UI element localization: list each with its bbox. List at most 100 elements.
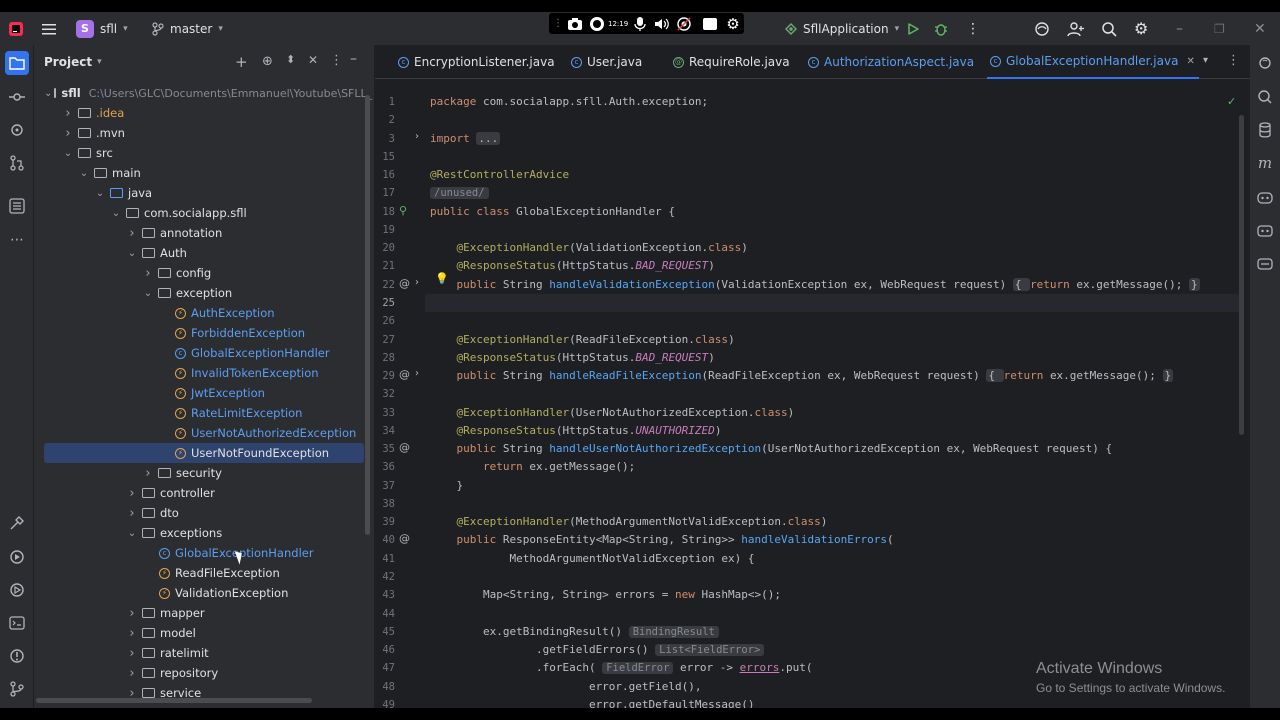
window-icon[interactable] [702,17,718,31]
maven-icon[interactable]: m [1253,151,1277,175]
tree-file[interactable]: ⚡ RateLimitException [34,403,362,423]
tree-file[interactable]: ⚡ ValidationException [34,583,362,603]
chevron-down-icon[interactable]: ⌄ [124,248,140,259]
chevron-right-icon[interactable]: › [124,626,140,641]
tree-vertical-scrollbar[interactable] [365,95,370,535]
folded-region[interactable]: } [1189,277,1200,291]
drag-handle-icon[interactable]: ⋮ [553,18,563,29]
chevron-down-icon[interactable]: ⌄ [92,188,108,199]
chevron-down-icon[interactable]: ⌄ [124,528,140,539]
chevron-right-icon[interactable]: › [124,486,140,501]
minimize-icon[interactable]: – [1176,12,1183,45]
tree-folder[interactable]: ⌄ exception [34,283,362,303]
fold-toggle-icon[interactable]: › [415,277,419,288]
tab-options-icon[interactable]: ⋮ [1227,53,1240,68]
tree-folder[interactable]: › dto [34,503,362,523]
add-user-icon[interactable] [1067,12,1085,45]
folded-region[interactable]: } [1162,369,1174,383]
chevron-right-icon[interactable]: › [124,666,140,681]
debug-button[interactable] [934,12,948,45]
tab-file[interactable]: c User.java [568,45,642,79]
chevron-down-icon[interactable]: ⌄ [60,148,76,159]
agent-icon[interactable] [1253,251,1277,275]
chevron-down-icon[interactable]: ⌄ [44,88,52,99]
plugins-tool-icon[interactable] [5,118,29,142]
branch-switcher[interactable]: master ▾ [152,12,223,45]
tree-file[interactable]: ⚡ UserNotFoundException [44,443,364,463]
tree-file[interactable]: ⚡ JwtException [34,383,362,403]
chevron-right-icon[interactable]: › [124,226,140,241]
chevron-down-icon[interactable]: ⌄ [108,208,124,219]
collapse-all-icon[interactable]: ✕ [308,53,318,67]
commit-tool-icon[interactable] [5,85,29,109]
tree-folder[interactable]: › .idea [34,103,362,123]
assistant-bot-icon[interactable] [1253,218,1277,242]
build-tool-icon[interactable] [5,511,29,535]
terminal-tool-icon[interactable] [5,611,29,635]
tree-folder[interactable]: › ratelimit [34,643,362,663]
chevron-right-icon[interactable]: › [124,606,140,621]
gear-icon[interactable]: ⚙ [726,15,739,33]
tree-folder[interactable]: ⌄ exceptions [34,523,362,543]
close-tab-icon[interactable]: ✕ [1186,56,1194,67]
tree-file[interactable]: ⚡ ForbiddenException [34,323,362,343]
more-actions-icon[interactable]: ⋮ [966,12,980,45]
tree-folder[interactable]: › config [34,263,362,283]
tree-horizontal-scrollbar[interactable] [36,698,312,703]
run-tool-icon[interactable] [5,578,29,602]
add-icon[interactable]: + [235,53,248,71]
ai-assistant-icon[interactable] [1034,12,1050,45]
tree-folder[interactable]: ⌄ Auth [34,243,362,263]
run-config-selector[interactable]: SfllApplication ▾ [784,12,899,45]
tab-list-dropdown-icon[interactable]: ▾ [1203,55,1208,66]
project-view-selector[interactable]: Project ▾ [44,55,102,69]
microphone-icon[interactable] [634,16,646,32]
locate-icon[interactable]: ⊕ [262,54,273,69]
database-icon[interactable] [1253,118,1277,142]
notifications-icon[interactable] [1253,51,1277,75]
ai-chat-icon[interactable] [1253,85,1277,109]
main-menu-icon[interactable] [40,12,58,45]
webcam-off-icon[interactable] [676,16,692,32]
tree-folder[interactable]: ⌄ sfll C:\Users\GLC\Documents\Emmanuel\You… [34,83,372,103]
chevron-right-icon[interactable]: › [60,106,76,121]
at-icon[interactable]: @ [399,441,410,454]
chevron-right-icon[interactable]: › [140,266,156,281]
record-icon[interactable] [589,16,605,32]
folded-region[interactable]: ... [476,131,501,145]
project-tool-icon[interactable] [5,51,29,75]
editor-vertical-scrollbar[interactable] [1239,115,1244,435]
tree-file[interactable]: c GlobalExceptionHandler [34,343,362,363]
at-icon[interactable]: @ [399,532,410,545]
options-icon[interactable]: ⋮ [330,53,343,68]
tab-file[interactable]: c EncryptionListener.java [395,45,555,79]
expand-all-icon[interactable]: ⬍ [286,53,295,66]
tree-folder[interactable]: › model [34,623,362,643]
at-icon[interactable]: @ [399,368,410,381]
services-tool-icon[interactable] [5,545,29,569]
code-area[interactable]: 1 package com.socialapp.sfll.Auth.excepti… [375,93,1243,708]
tab-file[interactable]: c GlobalExceptionHandler.java ✕ [987,45,1199,79]
tree-file[interactable]: ⚡ UserNotAuthorizedException [34,423,362,443]
tab-file[interactable]: @ RequireRole.java [670,45,790,79]
tree-folder[interactable]: › mapper [34,603,362,623]
tree-file[interactable]: ⚡ AuthException [34,303,362,323]
tree-folder[interactable]: › .mvn [34,123,362,143]
problems-tool-icon[interactable] [5,644,29,668]
tree-file[interactable]: ⚡ ReadFileException [34,563,362,583]
tree-folder[interactable]: ⌄ com.socialapp.sfll [34,203,362,223]
tree-folder[interactable]: ⌄ src [34,143,362,163]
more-tools-icon[interactable]: ⋯ [5,228,29,252]
chevron-right-icon[interactable]: › [124,506,140,521]
bean-icon[interactable]: ⚲ [399,204,407,217]
speaker-icon[interactable] [654,17,670,31]
chevron-right-icon[interactable]: › [140,466,156,481]
tree-folder[interactable]: › controller [34,483,362,503]
camera-icon[interactable] [567,17,583,31]
at-icon[interactable]: @ [399,277,410,290]
folded-region[interactable]: { [986,369,1004,383]
hide-panel-icon[interactable]: – [350,51,357,67]
project-switcher[interactable]: S sfll ▾ [76,12,128,45]
tree-folder[interactable]: › repository [34,663,362,683]
tree-folder[interactable]: ⌄ java [34,183,362,203]
